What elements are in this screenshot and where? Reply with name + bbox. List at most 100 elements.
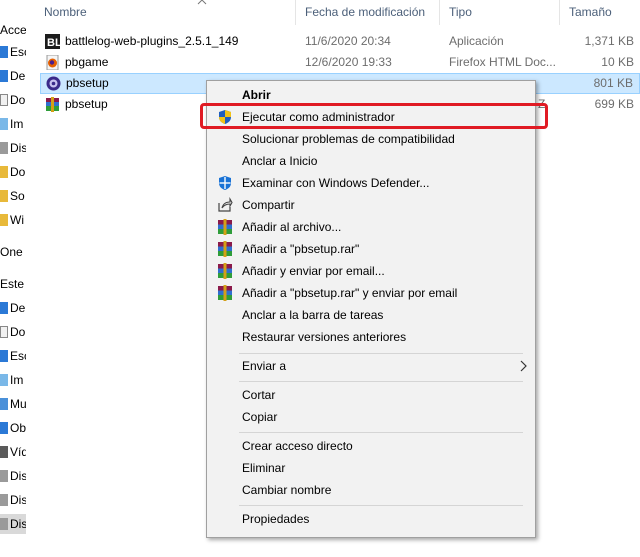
menu-item-label: Añadir y enviar por email...: [242, 264, 385, 278]
video-icon: [0, 446, 8, 458]
menu-item-rename[interactable]: Cambiar nombre: [209, 479, 533, 501]
nav-item[interactable]: Acce: [0, 20, 26, 40]
menu-item-label: Propiedades: [242, 512, 310, 526]
nav-item[interactable]: Dis: [0, 466, 26, 486]
winrar-icon: [218, 263, 232, 279]
file-name: pbsetup: [66, 76, 109, 90]
menu-separator: [239, 432, 523, 433]
file-name: pbsetup: [65, 97, 108, 111]
menu-separator: [239, 381, 523, 382]
column-name[interactable]: Nombre: [34, 0, 294, 25]
menu-separator: [239, 505, 523, 506]
drive-icon: [0, 470, 8, 482]
nav-item[interactable]: Dis: [0, 138, 26, 158]
menu-item-restore-versions[interactable]: Restaurar versiones anteriores: [209, 326, 533, 348]
pic-icon: [0, 118, 8, 130]
menu-item-scan-defender[interactable]: Examinar con Windows Defender...: [209, 172, 533, 194]
context-menu: Abrir Ejecutar como administrador Soluci…: [206, 80, 536, 538]
nav-item-label: Dis: [10, 469, 26, 483]
menu-item-cut[interactable]: Cortar: [209, 384, 533, 406]
nav-item[interactable]: Esc: [0, 42, 26, 62]
nav-item[interactable]: One: [0, 242, 26, 262]
nav-item[interactable]: Dis: [0, 490, 26, 510]
nav-item-label: Esc: [10, 349, 26, 363]
file-size: 801 KB: [593, 76, 633, 90]
nav-item-label: So: [10, 189, 25, 203]
nav-item[interactable]: So: [0, 186, 26, 206]
menu-item-troubleshoot-compat[interactable]: Solucionar problemas de compatibilidad: [209, 128, 533, 150]
nav-item[interactable]: Do: [0, 322, 26, 342]
file-name: pbgame: [65, 55, 109, 69]
menu-item-pin-start[interactable]: Anclar a Inicio: [209, 150, 533, 172]
file-name: battlelog-web-plugins_2.5.1_149: [65, 34, 239, 48]
folder-blue-icon: [0, 70, 8, 82]
file-type: Firefox HTML Doc...: [449, 55, 556, 69]
file-row[interactable]: BL battlelog-web-plugins_2.5.1_149 11/6/…: [40, 31, 640, 52]
nav-item[interactable]: Dis: [0, 514, 26, 534]
menu-item-label: Eliminar: [242, 461, 286, 475]
menu-item-label: Anclar a la barra de tareas: [242, 308, 384, 322]
drive-icon: [0, 142, 8, 154]
file-size: 10 KB: [601, 55, 634, 69]
nav-item-label: Acce: [0, 23, 26, 37]
nav-item-label: Im: [10, 373, 24, 387]
nav-item[interactable]: Im: [0, 114, 26, 134]
nav-item-label: De: [10, 69, 26, 83]
svg-text:BL: BL: [47, 37, 60, 49]
drive-icon: [0, 518, 8, 530]
nav-item[interactable]: Este: [0, 274, 26, 294]
nav-item[interactable]: Mu: [0, 394, 26, 414]
menu-item-create-shortcut[interactable]: Crear acceso directo: [209, 435, 533, 457]
nav-item[interactable]: Esc: [0, 346, 26, 366]
menu-item-properties[interactable]: Propiedades: [209, 508, 533, 530]
folder-yellow-icon: [0, 166, 8, 178]
menu-item-label: Solucionar problemas de compatibilidad: [242, 132, 455, 146]
nav-item-label: Dis: [10, 493, 26, 507]
navigation-pane: Acce Esc De Do Im Dis Do So Wi One Este De Do Esc Im Mu…: [0, 0, 26, 557]
menu-item-label: Cambiar nombre: [242, 483, 332, 497]
menu-item-add-rar-and-email[interactable]: Añadir a "pbsetup.rar" y enviar por emai…: [209, 282, 533, 304]
column-type[interactable]: Tipo: [439, 0, 559, 25]
folder-blue-icon: [0, 46, 8, 58]
menu-item-add-to-rar[interactable]: Añadir a "pbsetup.rar": [209, 238, 533, 260]
menu-item-add-to-archive[interactable]: Añadir al archivo...: [209, 216, 533, 238]
doc-icon: [0, 94, 8, 106]
nav-item-label: Do: [10, 93, 26, 107]
nav-item[interactable]: Do: [0, 90, 26, 110]
file-size: 1,371 KB: [584, 34, 634, 48]
menu-item-label: Copiar: [242, 410, 278, 424]
nav-item[interactable]: Wi: [0, 210, 26, 230]
column-header: Nombre Fecha de modificación Tipo Tamaño: [34, 0, 640, 25]
menu-item-copy[interactable]: Copiar: [209, 406, 533, 428]
nav-item-label: Dis: [10, 141, 26, 155]
menu-item-delete[interactable]: Eliminar: [209, 457, 533, 479]
column-date-modified[interactable]: Fecha de modificación: [295, 0, 438, 25]
folder-blue-icon: [0, 302, 8, 314]
nav-item[interactable]: Ob: [0, 418, 26, 438]
file-date: 11/6/2020 20:34: [305, 34, 391, 48]
chevron-right-icon: [520, 360, 527, 372]
nav-item[interactable]: Do: [0, 162, 26, 182]
menu-separator: [239, 353, 523, 354]
menu-item-send-to[interactable]: Enviar a: [209, 355, 533, 377]
file-row[interactable]: pbgame 12/6/2020 19:33 Firefox HTML Doc.…: [40, 52, 640, 73]
menu-item-add-and-email[interactable]: Añadir y enviar por email...: [209, 260, 533, 282]
menu-item-pin-taskbar[interactable]: Anclar a la barra de tareas: [209, 304, 533, 326]
nav-item[interactable]: Víd: [0, 442, 26, 462]
nav-item[interactable]: Im: [0, 370, 26, 390]
menu-item-label: Anclar a Inicio: [242, 154, 318, 168]
nav-item-label: Esc: [10, 45, 26, 59]
firefox-html-icon: [46, 55, 59, 70]
share-icon: [218, 197, 233, 212]
menu-item-label: Cortar: [242, 388, 276, 402]
folder-blue-icon: [0, 350, 8, 362]
menu-item-label: Añadir a "pbsetup.rar": [242, 242, 360, 256]
nav-item[interactable]: De: [0, 298, 26, 318]
nav-item-label: De: [10, 301, 26, 315]
column-size[interactable]: Tamaño: [559, 0, 639, 25]
menu-item-share[interactable]: Compartir: [209, 194, 533, 216]
menu-item-label: Enviar a: [242, 359, 287, 373]
winrar-icon: [218, 285, 232, 301]
nav-item[interactable]: De: [0, 66, 26, 86]
defender-icon: [219, 176, 231, 190]
